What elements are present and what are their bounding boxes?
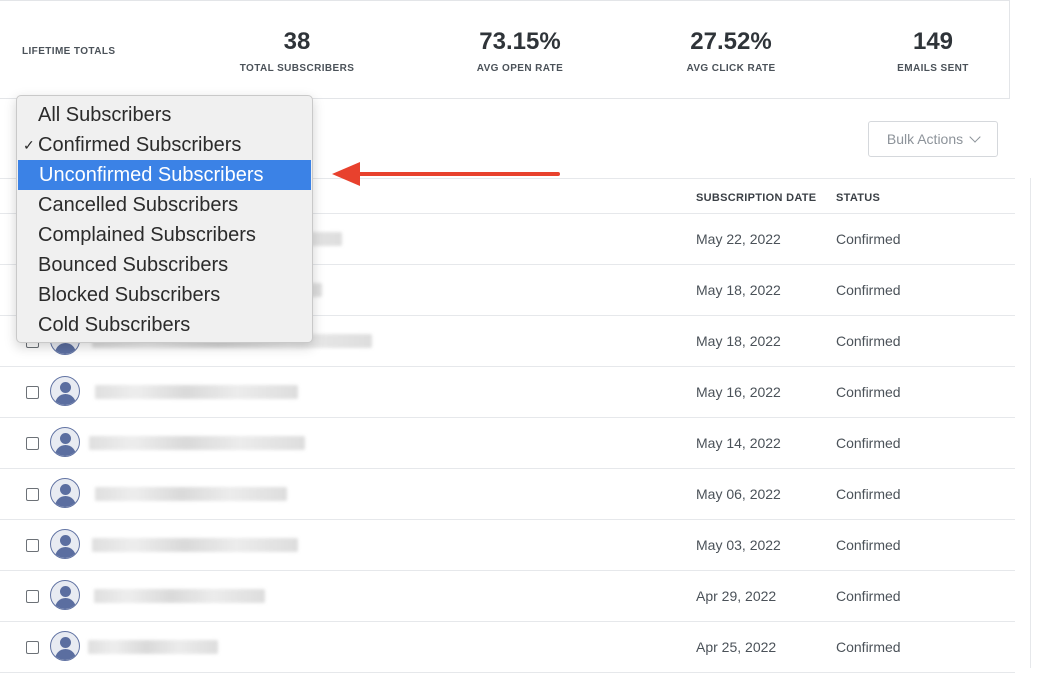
stat-total-subscribers: 38 TOTAL SUBSCRIBERS	[212, 27, 382, 74]
table-row[interactable]: May 06, 2022 Confirmed	[0, 469, 1015, 520]
subscription-date: May 22, 2022	[696, 231, 781, 247]
stat-avg-click-rate: 27.52% AVG CLICK RATE	[646, 27, 816, 74]
subscriber-status: Confirmed	[836, 639, 901, 655]
redacted-subscriber-email[interactable]	[95, 385, 298, 399]
redacted-subscriber-email[interactable]	[95, 487, 287, 501]
subscription-date: May 14, 2022	[696, 435, 781, 451]
table-row[interactable]: May 14, 2022 Confirmed	[0, 418, 1015, 469]
stat-label: TOTAL SUBSCRIBERS	[239, 63, 355, 74]
option-confirmed-subscribers[interactable]: ✓ Confirmed Subscribers	[17, 130, 312, 160]
row-checkbox[interactable]	[26, 437, 39, 450]
subscription-date: May 18, 2022	[696, 333, 781, 349]
redacted-subscriber-email[interactable]	[92, 538, 298, 552]
redacted-subscriber-email[interactable]	[88, 640, 218, 654]
subscriber-status: Confirmed	[836, 588, 901, 604]
option-label: All Subscribers	[38, 104, 172, 126]
table-row[interactable]: May 16, 2022 Confirmed	[0, 367, 1015, 418]
option-label: Bounced Subscribers	[38, 254, 229, 276]
avatar-icon	[50, 631, 80, 661]
row-checkbox[interactable]	[26, 590, 39, 603]
option-blocked-subscribers[interactable]: Blocked Subscribers	[17, 280, 312, 310]
option-unconfirmed-subscribers[interactable]: Unconfirmed Subscribers	[18, 160, 311, 190]
row-checkbox[interactable]	[26, 386, 39, 399]
subscriber-filter-dropdown[interactable]: All Subscribers ✓ Confirmed Subscribers U…	[16, 95, 313, 343]
subscriber-status: Confirmed	[836, 333, 901, 349]
avatar-icon	[50, 580, 80, 610]
option-label: Blocked Subscribers	[38, 284, 221, 306]
stat-emails-sent: 149 EMAILS SENT	[848, 27, 1018, 74]
right-divider	[1030, 178, 1031, 668]
stat-value: 27.52%	[690, 28, 772, 55]
subscription-date: Apr 29, 2022	[696, 588, 777, 604]
subscriber-status: Confirmed	[836, 384, 901, 400]
avatar-icon	[50, 478, 80, 508]
subscription-date: May 03, 2022	[696, 537, 781, 553]
subscriber-status: Confirmed	[836, 537, 901, 553]
option-bounced-subscribers[interactable]: Bounced Subscribers	[17, 250, 312, 280]
stat-label: AVG CLICK RATE	[686, 63, 776, 74]
bulk-actions-label: Bulk Actions	[886, 131, 964, 147]
table-row[interactable]: Apr 29, 2022 Confirmed	[0, 571, 1015, 622]
bulk-actions-button[interactable]: Bulk Actions	[868, 121, 998, 157]
row-checkbox[interactable]	[26, 641, 39, 654]
row-checkbox[interactable]	[26, 539, 39, 552]
chevron-down-icon	[969, 131, 981, 143]
option-label: Complained Subscribers	[38, 224, 256, 246]
option-cold-subscribers[interactable]: Cold Subscribers	[17, 310, 312, 340]
avatar-icon	[50, 529, 80, 559]
subscriber-status: Confirmed	[836, 282, 901, 298]
option-label: Cold Subscribers	[38, 314, 191, 336]
stat-value: 38	[283, 28, 311, 55]
option-cancelled-subscribers[interactable]: Cancelled Subscribers	[17, 190, 312, 220]
red-arrow-annotation-icon	[332, 162, 560, 186]
redacted-subscriber-email[interactable]	[94, 589, 265, 603]
subscription-date: May 18, 2022	[696, 282, 781, 298]
redacted-subscriber-email[interactable]	[89, 436, 305, 450]
stat-value: 149	[912, 28, 954, 55]
subscriber-status: Confirmed	[836, 231, 901, 247]
option-complained-subscribers[interactable]: Complained Subscribers	[17, 220, 312, 250]
option-label: Confirmed Subscribers	[38, 134, 242, 156]
option-label: Unconfirmed Subscribers	[39, 164, 264, 186]
stat-label: AVG OPEN RATE	[476, 63, 564, 74]
column-header-status[interactable]: STATUS	[836, 192, 880, 204]
stat-value: 73.15%	[479, 28, 561, 55]
subscription-date: May 06, 2022	[696, 486, 781, 502]
stat-avg-open-rate: 73.15% AVG OPEN RATE	[435, 27, 605, 74]
avatar-icon	[50, 376, 80, 406]
table-row[interactable]: May 03, 2022 Confirmed	[0, 520, 1015, 571]
checkmark-icon: ✓	[23, 137, 35, 153]
subscriber-status: Confirmed	[836, 486, 901, 502]
row-checkbox[interactable]	[26, 488, 39, 501]
option-label: Cancelled Subscribers	[38, 194, 239, 216]
column-header-subscription-date[interactable]: SUBSCRIPTION DATE	[696, 192, 816, 204]
stat-label: EMAILS SENT	[897, 63, 969, 74]
avatar-icon	[50, 427, 80, 457]
option-all-subscribers[interactable]: All Subscribers	[17, 100, 312, 130]
subscriber-status: Confirmed	[836, 435, 901, 451]
subscription-date: Apr 25, 2022	[696, 639, 777, 655]
lifetime-totals-label: LIFETIME TOTALS	[22, 46, 116, 57]
subscription-date: May 16, 2022	[696, 384, 781, 400]
table-row[interactable]: Apr 25, 2022 Confirmed	[0, 622, 1015, 673]
lifetime-totals-bar: LIFETIME TOTALS 38 TOTAL SUBSCRIBERS 73.…	[0, 0, 1010, 99]
